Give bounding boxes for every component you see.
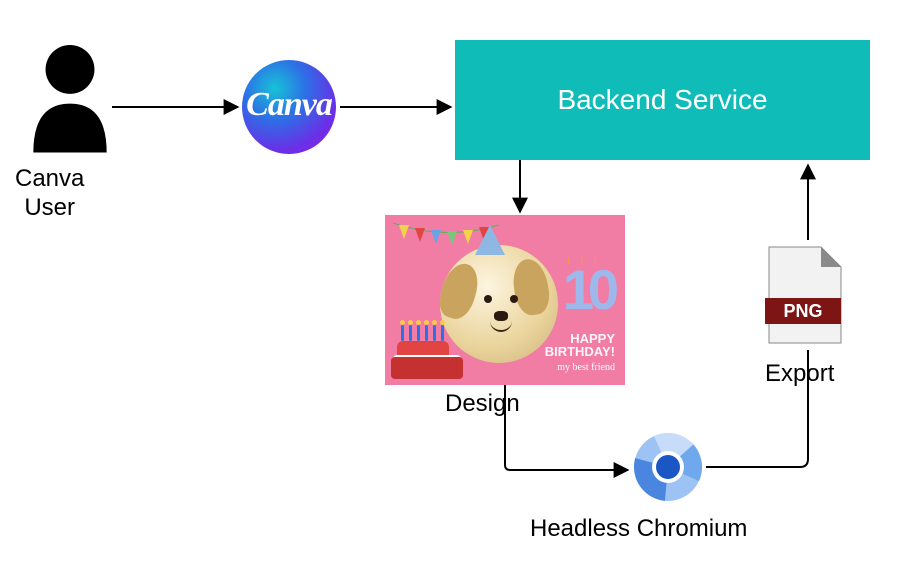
- party-hat-icon: [475, 225, 505, 255]
- user-label-line2: User: [24, 194, 75, 221]
- png-file-icon: PNG: [765, 245, 845, 345]
- cake-icon: [391, 329, 463, 379]
- chromium-label: Headless Chromium: [530, 515, 747, 544]
- user-label-line1: Canva: [15, 165, 84, 192]
- subtitle-text: my best friend: [557, 362, 615, 373]
- canva-logo-text: Canva: [246, 86, 332, 124]
- backend-service-box: Backend Service: [455, 40, 870, 160]
- design-thumbnail: ııı 10 HAPPY BIRTHDAY! my best friend: [385, 215, 625, 385]
- canva-logo: Canva: [242, 60, 336, 154]
- png-badge-text: PNG: [783, 301, 822, 321]
- design-label: Design: [445, 390, 520, 419]
- user-icon: [30, 45, 110, 160]
- user-label: Canva User: [15, 165, 84, 223]
- happy-birthday-text: HAPPY BIRTHDAY!: [545, 332, 615, 359]
- backend-service-label: Backend Service: [557, 84, 767, 116]
- export-label: Export: [765, 360, 834, 389]
- age-number: 10: [563, 257, 613, 322]
- chromium-icon: [633, 432, 703, 502]
